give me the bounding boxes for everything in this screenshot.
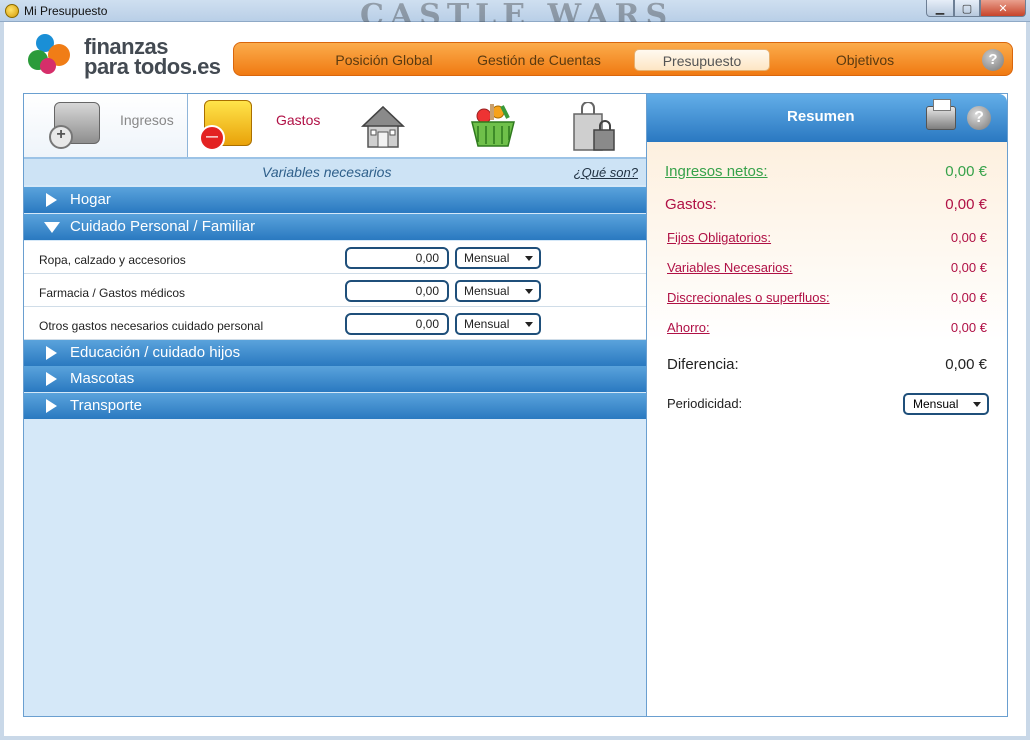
period-select[interactable]: Mensual <box>455 280 541 302</box>
chevron-down-icon <box>525 256 533 261</box>
expand-arrow-icon <box>46 372 57 386</box>
expand-arrow-icon <box>46 193 57 207</box>
budget-item-row: Ropa, calzado y accesorios 0,00 Mensual <box>24 241 646 274</box>
maximize-button[interactable]: ▢ <box>954 0 980 17</box>
variables-link[interactable]: Variables Necesarios: <box>667 260 792 275</box>
tab-gastos-label[interactable]: Gastos <box>276 112 320 128</box>
minimize-button[interactable]: ▁ <box>926 0 954 17</box>
group-transporte[interactable]: Transporte <box>24 393 646 419</box>
budget-panel: Ingresos Gastos <box>23 93 647 717</box>
periodicidad-select[interactable]: Mensual <box>903 393 989 415</box>
shopping-bags-icon[interactable] <box>568 102 616 152</box>
help-icon[interactable]: ? <box>982 49 1004 71</box>
help-icon[interactable]: ? <box>967 106 991 130</box>
chevron-down-icon <box>973 402 981 407</box>
tab-ingresos[interactable]: Ingresos <box>24 94 188 157</box>
shopping-basket-icon[interactable] <box>468 102 518 150</box>
nav-gestion-cuentas[interactable]: Gestión de Cuentas <box>466 49 612 71</box>
periodicidad-select-value: Mensual <box>913 397 959 411</box>
group-mascotas[interactable]: Mascotas <box>24 366 646 392</box>
app-window: finanzas para todos.es Posición Global G… <box>4 22 1026 736</box>
amount-input[interactable]: 0,00 <box>345 313 449 335</box>
group-hogar[interactable]: Hogar <box>24 187 646 213</box>
logo-text-line2: para todos.es <box>84 54 221 79</box>
main-nav: Posición Global Gestión de Cuentas Presu… <box>233 42 1013 76</box>
group-label: Mascotas <box>70 370 135 387</box>
expand-arrow-icon <box>46 399 57 413</box>
print-icon[interactable] <box>926 99 956 130</box>
chevron-down-icon <box>525 289 533 294</box>
item-name: Farmacia / Gastos médicos <box>39 286 186 300</box>
amount-input[interactable]: 0,00 <box>345 247 449 269</box>
fijos-link[interactable]: Fijos Obligatorios: <box>667 230 771 245</box>
budget-item-row: Otros gastos necesarios cuidado personal… <box>24 307 646 340</box>
period-select-value: Mensual <box>464 284 510 298</box>
ingresos-value: 0,00 € <box>945 163 987 180</box>
chevron-down-icon <box>525 322 533 327</box>
budget-item-row: Farmacia / Gastos médicos 0,00 Mensual <box>24 274 646 307</box>
period-select[interactable]: Mensual <box>455 313 541 335</box>
gastos-value: 0,00 € <box>945 196 987 213</box>
house-icon[interactable] <box>360 104 406 150</box>
income-wallet-icon <box>49 102 100 149</box>
close-button[interactable]: ✕ <box>980 0 1026 17</box>
expenses-wallet-icon[interactable] <box>199 100 252 151</box>
gastos-label: Gastos: <box>665 196 717 213</box>
periodicidad-label: Periodicidad: <box>667 396 743 411</box>
logo-bubble-pink <box>40 58 56 74</box>
subcategory-header: Variables necesarios ¿Qué son? <box>24 159 646 185</box>
category-tabs: Ingresos Gastos <box>24 94 646 159</box>
period-select[interactable]: Mensual <box>455 247 541 269</box>
group-label: Hogar <box>70 191 111 208</box>
ahorro-link[interactable]: Ahorro: <box>667 320 710 335</box>
period-select-value: Mensual <box>464 317 510 331</box>
ahorro-value: 0,00 € <box>950 320 987 335</box>
group-educacion[interactable]: Educación / cuidado hijos <box>24 340 646 366</box>
expand-arrow-icon <box>46 346 57 360</box>
tab-ingresos-label: Ingresos <box>120 112 174 128</box>
summary-title: Resumen <box>787 108 855 125</box>
diferencia-label: Diferencia: <box>667 356 739 373</box>
discrecionales-link[interactable]: Discrecionales o superfluos: <box>667 290 830 305</box>
subcategory-title: Variables necesarios <box>262 164 392 180</box>
item-name: Ropa, calzado y accesorios <box>39 253 186 267</box>
group-cuidado-personal[interactable]: Cuidado Personal / Familiar <box>24 214 646 240</box>
period-select-value: Mensual <box>464 251 510 265</box>
what-are-they-link[interactable]: ¿Qué son? <box>574 165 638 180</box>
window-titlebar: Mi Presupuesto CASTLE WARS ▁ ▢ ✕ <box>0 0 1030 33</box>
nav-objetivos[interactable]: Objetivos <box>804 49 926 71</box>
item-name: Otros gastos necesarios cuidado personal <box>39 319 264 333</box>
group-label: Cuidado Personal / Familiar <box>70 218 256 235</box>
nav-presupuesto[interactable]: Presupuesto <box>634 49 770 71</box>
variables-value: 0,00 € <box>950 260 987 275</box>
nav-posicion-global[interactable]: Posición Global <box>314 49 454 71</box>
fijos-value: 0,00 € <box>950 230 987 245</box>
diferencia-value: 0,00 € <box>945 356 987 373</box>
amount-input[interactable]: 0,00 <box>345 280 449 302</box>
collapse-arrow-icon <box>44 222 60 233</box>
group-label: Transporte <box>70 397 142 414</box>
discrecionales-value: 0,00 € <box>950 290 987 305</box>
logo: finanzas para todos.es <box>28 32 228 79</box>
group-label: Educación / cuidado hijos <box>70 344 241 361</box>
summary-panel: Resumen ? Ingresos netos: 0,00 € Gastos:… <box>646 93 1008 717</box>
window-title: Mi Presupuesto <box>24 4 108 18</box>
ingresos-link[interactable]: Ingresos netos: <box>665 163 768 180</box>
app-coin-icon <box>5 4 19 18</box>
summary-header: Resumen ? <box>647 94 1007 142</box>
